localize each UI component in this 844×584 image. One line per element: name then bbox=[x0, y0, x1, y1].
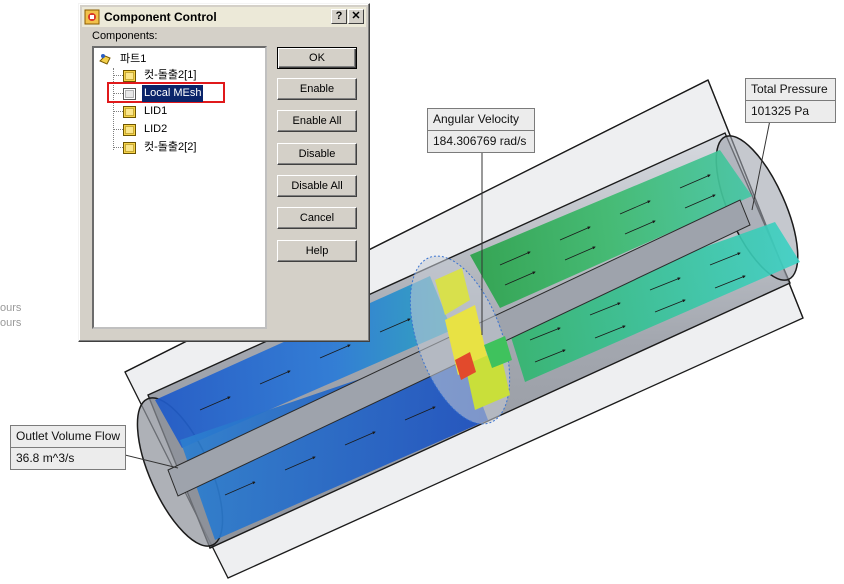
tree-connector bbox=[113, 68, 114, 150]
dialog-title: Component Control bbox=[104, 10, 217, 24]
components-tree[interactable]: 파트1 컷-돌출2[1] Local MEsh LID1 LID2 컷-돌출2[… bbox=[92, 46, 267, 329]
outlet-volume-flow-value: 36.8 m^3/s bbox=[11, 447, 125, 469]
folder-icon bbox=[123, 106, 136, 118]
enable-all-button[interactable]: Enable All bbox=[277, 110, 357, 132]
tree-item-label: 파트1 bbox=[120, 53, 147, 65]
background-label-1: ours bbox=[0, 302, 22, 314]
enable-button[interactable]: Enable bbox=[277, 78, 357, 100]
total-pressure-value: 101325 Pa bbox=[746, 100, 835, 122]
tree-item-label: LID2 bbox=[144, 123, 168, 135]
help-button[interactable]: Help bbox=[277, 240, 357, 262]
folder-icon bbox=[123, 124, 136, 136]
folder-icon bbox=[123, 70, 136, 82]
tree-item-label: 컷-돌출2[2] bbox=[144, 141, 197, 153]
total-pressure-label: Total Pressure bbox=[751, 82, 828, 96]
cancel-button[interactable]: Cancel bbox=[277, 207, 357, 229]
background-label-2: ours bbox=[0, 317, 22, 329]
tree-item-label: LID1 bbox=[144, 105, 168, 117]
close-button[interactable]: ✕ bbox=[348, 9, 364, 24]
component-control-dialog: Component Control ? ✕ Components: 파트1 컷-… bbox=[78, 3, 370, 342]
tree-item-label: Local MEsh bbox=[142, 85, 204, 102]
ok-button[interactable]: OK bbox=[277, 47, 357, 69]
disable-all-button[interactable]: Disable All bbox=[277, 175, 357, 197]
disable-button[interactable]: Disable bbox=[277, 143, 357, 165]
outlet-volume-flow-callout[interactable]: Outlet Volume Flow 36.8 m^3/s bbox=[10, 425, 126, 470]
components-label: Components: bbox=[92, 30, 158, 42]
mesh-icon bbox=[123, 88, 136, 100]
dialog-titlebar[interactable]: Component Control ? ✕ bbox=[82, 7, 366, 27]
outlet-volume-flow-label: Outlet Volume Flow bbox=[16, 429, 121, 443]
total-pressure-callout[interactable]: Total Pressure 101325 Pa bbox=[745, 78, 836, 123]
angular-velocity-value: 184.306769 rad/s bbox=[428, 130, 534, 152]
folder-icon bbox=[123, 142, 136, 154]
part-icon bbox=[99, 54, 111, 65]
angular-velocity-callout[interactable]: Angular Velocity 184.306769 rad/s bbox=[427, 108, 535, 153]
app-icon bbox=[84, 9, 100, 25]
angular-velocity-label: Angular Velocity bbox=[433, 112, 520, 126]
help-question-button[interactable]: ? bbox=[331, 9, 347, 24]
